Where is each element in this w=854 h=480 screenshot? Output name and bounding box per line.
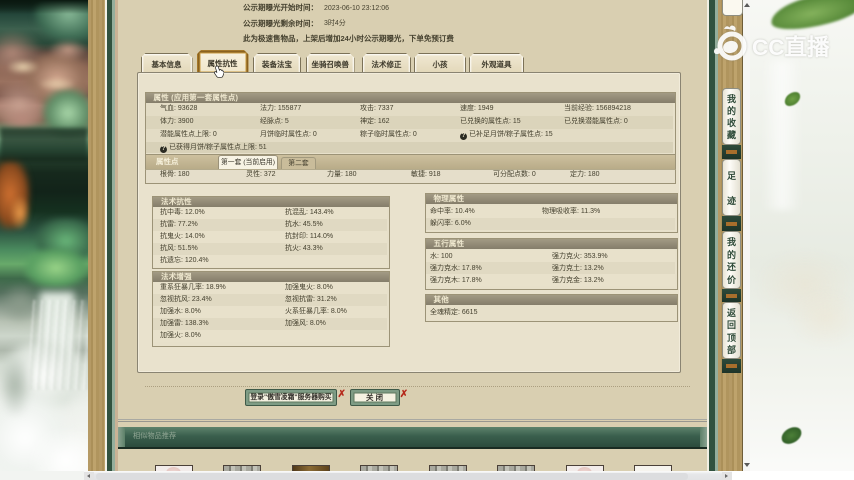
svg-text:CC直播: CC直播 (752, 34, 830, 60)
